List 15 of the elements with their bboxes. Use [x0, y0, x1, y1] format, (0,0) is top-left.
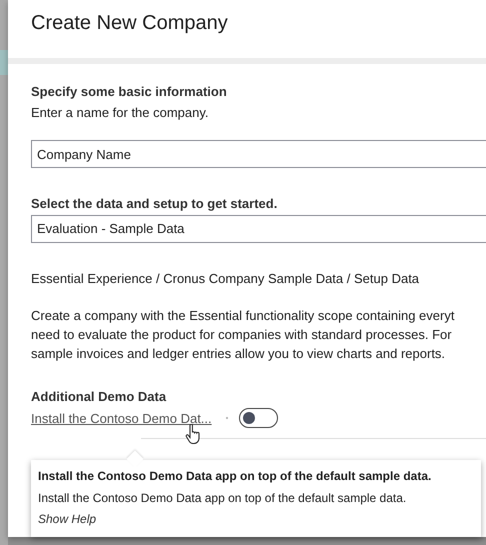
backdrop-band [0, 50, 8, 75]
instruction-text: Enter a name for the company. [31, 105, 210, 120]
dialog-title: Create New Company [30, 11, 229, 36]
section-heading: Specify some basic information [31, 84, 228, 99]
tooltip-text: Install the Contoso Demo Data app on top of the default sample data. [38, 491, 408, 505]
description-text: Create a company with the Essential functionality scope containing everyt need to evaluate the product for companies with standard processes. For sample invoices and ledger entries allow you to view charts and reports. [31, 307, 456, 363]
data-setup-dropdown[interactable]: Evaluation - Sample Data [31, 215, 486, 243]
toggle-switch[interactable] [238, 408, 278, 428]
tooltip-title: Install the Contoso Demo Data app on top of the default sample data. [38, 469, 432, 483]
field-label: Select the data and setup to get started. [31, 196, 278, 211]
show-help-link[interactable]: Show Help [38, 512, 96, 526]
install-demo-data-link[interactable]: Install the Contoso Demo Dat... [31, 410, 212, 426]
summary-text: Essential Experience / Cronus Company Sample Data / Setup Data [31, 271, 420, 286]
section-heading: Additional Demo Data [31, 389, 168, 404]
company-name-field[interactable]: Company Name [31, 140, 486, 168]
